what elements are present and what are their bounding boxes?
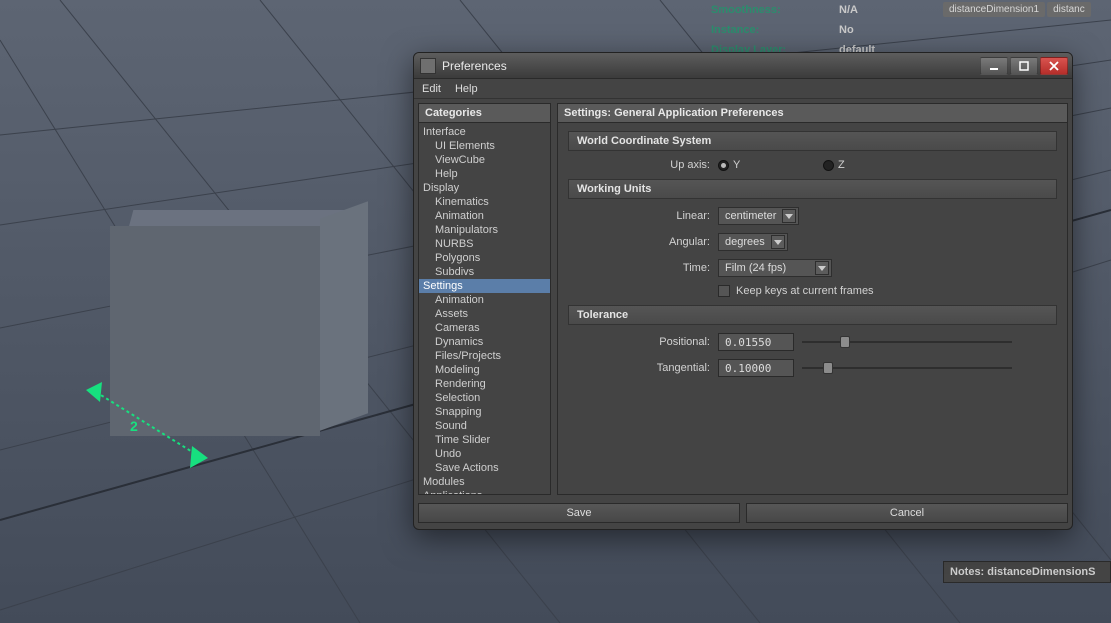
attr-value: No [821,24,854,36]
time-select[interactable]: Film (24 fps) [718,259,832,277]
category-viewcube[interactable]: ViewCube [419,153,550,167]
radio-label-z: Z [838,159,845,171]
section-units-title: Working Units [568,179,1057,199]
category-snapping[interactable]: Snapping [419,405,550,419]
preferences-window: Preferences Edit Help Categories Interfa… [413,52,1073,530]
tangential-input[interactable]: 0.10000 [718,359,794,377]
positional-label: Positional: [568,336,718,348]
attr-row: Smoothness: N/A [701,0,941,20]
attr-label: Instance: [701,24,821,36]
chevron-down-icon [782,209,796,223]
menu-help[interactable]: Help [455,83,478,95]
radio-label-y: Y [733,159,823,171]
keepkeys-checkbox[interactable] [718,285,730,297]
linear-label: Linear: [568,210,718,222]
categories-tree[interactable]: InterfaceUI ElementsViewCubeHelpDisplayK… [418,122,551,495]
positional-slider[interactable] [802,333,1012,351]
radio-upaxis-y[interactable] [718,160,729,171]
category-kinematics[interactable]: Kinematics [419,195,550,209]
titlebar[interactable]: Preferences [414,53,1072,79]
angular-select[interactable]: degrees [718,233,788,251]
category-ui-elements[interactable]: UI Elements [419,139,550,153]
category-dynamics[interactable]: Dynamics [419,335,550,349]
menubar: Edit Help [414,79,1072,99]
category-interface[interactable]: Interface [419,125,550,139]
category-modules[interactable]: Modules [419,475,550,489]
angular-label: Angular: [568,236,718,248]
app-icon [420,58,436,74]
chevron-down-icon [815,261,829,275]
tab-node[interactable]: distanc [1047,2,1091,17]
category-assets[interactable]: Assets [419,307,550,321]
upaxis-label: Up axis: [568,159,718,171]
menu-edit[interactable]: Edit [422,83,441,95]
tab-node[interactable]: distanceDimension1 [943,2,1045,17]
category-animation[interactable]: Animation [419,209,550,223]
category-subdivs[interactable]: Subdivs [419,265,550,279]
category-animation[interactable]: Animation [419,293,550,307]
linear-select[interactable]: centimeter [718,207,799,225]
attr-value: N/A [821,4,858,16]
categories-header: Categories [418,103,551,122]
category-settings[interactable]: Settings [419,279,550,293]
settings-header: Settings: General Application Preference… [557,103,1068,122]
time-label: Time: [568,262,718,274]
keepkeys-label: Keep keys at current frames [736,285,874,297]
category-save-actions[interactable]: Save Actions [419,461,550,475]
category-applications[interactable]: Applications [419,489,550,495]
distance-measure [70,330,250,490]
category-cameras[interactable]: Cameras [419,321,550,335]
radio-upaxis-z[interactable] [823,160,834,171]
category-display[interactable]: Display [419,181,550,195]
save-button[interactable]: Save [418,503,740,523]
chevron-down-icon [771,235,785,249]
category-help[interactable]: Help [419,167,550,181]
category-polygons[interactable]: Polygons [419,251,550,265]
section-coord-title: World Coordinate System [568,131,1057,151]
cancel-button[interactable]: Cancel [746,503,1068,523]
category-nurbs[interactable]: NURBS [419,237,550,251]
maximize-button[interactable] [1010,57,1038,75]
tangential-label: Tangential: [568,362,718,374]
category-files-projects[interactable]: Files/Projects [419,349,550,363]
notes-section[interactable]: Notes: distanceDimensionS [943,561,1111,583]
category-modeling[interactable]: Modeling [419,363,550,377]
attr-row: Instance: No [701,20,941,40]
window-title: Preferences [442,59,980,73]
category-manipulators[interactable]: Manipulators [419,223,550,237]
category-undo[interactable]: Undo [419,447,550,461]
distance-value: 2 [130,418,138,434]
category-sound[interactable]: Sound [419,419,550,433]
close-button[interactable] [1040,57,1068,75]
positional-input[interactable]: 0.01550 [718,333,794,351]
tangential-slider[interactable] [802,359,1012,377]
category-rendering[interactable]: Rendering [419,377,550,391]
attr-label: Smoothness: [701,4,821,16]
minimize-button[interactable] [980,57,1008,75]
section-tolerance-title: Tolerance [568,305,1057,325]
category-selection[interactable]: Selection [419,391,550,405]
category-time-slider[interactable]: Time Slider [419,433,550,447]
